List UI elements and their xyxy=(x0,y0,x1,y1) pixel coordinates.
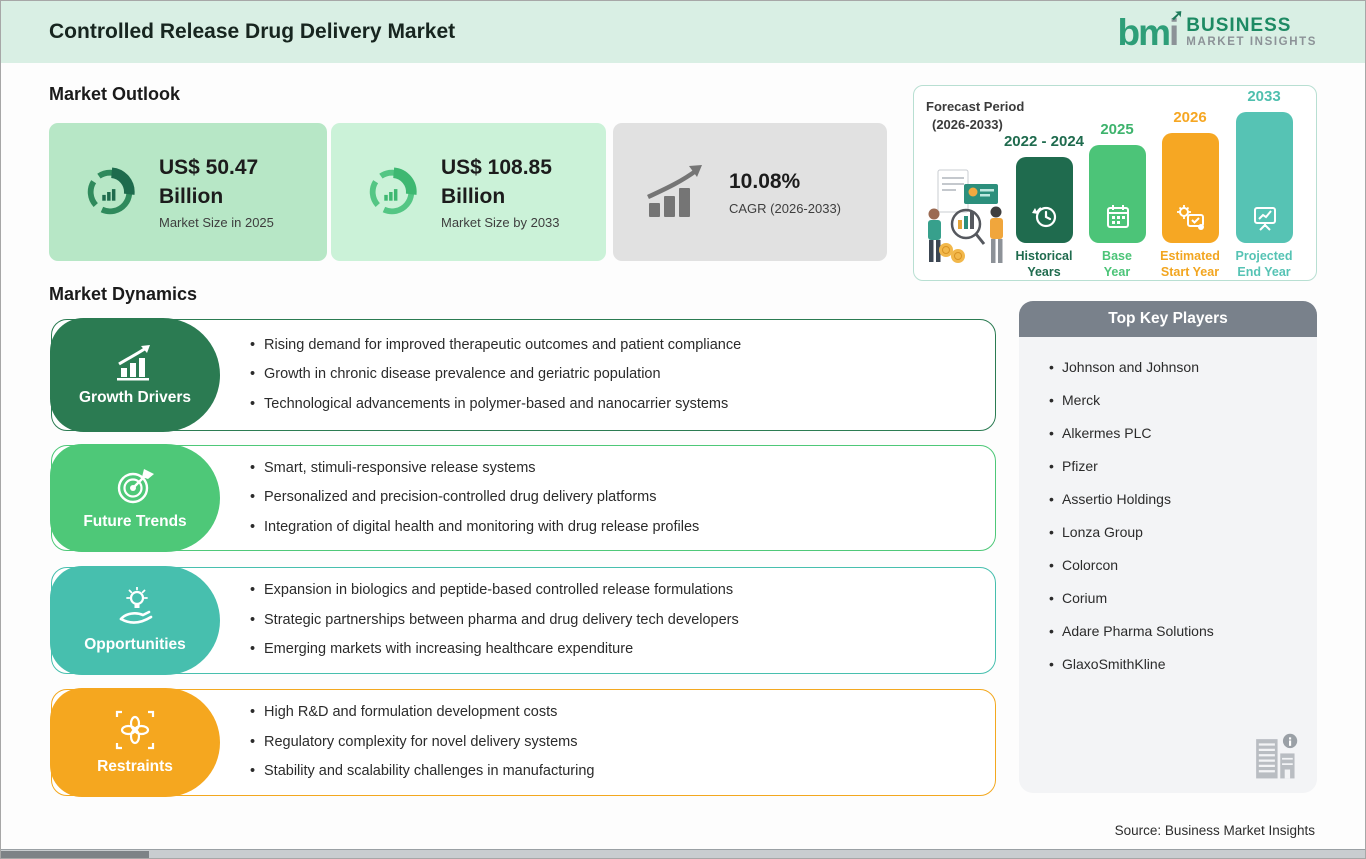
dynamics-row-title: Opportunities xyxy=(84,636,186,653)
market-outlook-heading: Market Outlook xyxy=(49,84,181,104)
dynamics-row-opportunities: Opportunities Expansion in biologics and… xyxy=(50,566,996,675)
bullet-item: Smart, stimuli-responsive release system… xyxy=(250,460,979,478)
cagr-label: CAGR (2026-2033) xyxy=(729,200,841,216)
player-item: Lonza Group xyxy=(1049,524,1307,540)
estimated-start-year-bar xyxy=(1162,133,1219,243)
infographic-page: Controlled Release Drug Delivery Market … xyxy=(0,0,1366,859)
company-building-icon xyxy=(1256,733,1298,779)
market-size-2025-card: US$ 50.47 Billion Market Size in 2025 xyxy=(49,123,327,261)
forecast-bar-label: Historical Years xyxy=(1015,249,1073,279)
forecast-bar-label: Projected End Year xyxy=(1235,249,1293,279)
top-key-players-panel: Top Key Players Johnson and Johnson Merc… xyxy=(1019,301,1317,793)
constraint-knot-icon xyxy=(115,710,155,750)
restraints-bullets: High R&D and formulation development cos… xyxy=(250,690,979,795)
page-title: Controlled Release Drug Delivery Market xyxy=(49,20,456,43)
dynamics-row-future-trends: Future Trends Smart, stimuli-responsive … xyxy=(50,444,996,552)
forecast-period-panel: Forecast Period (2026-2033) 2022 - 2024 … xyxy=(913,85,1317,281)
bullet-item: Integration of digital health and monito… xyxy=(250,519,979,537)
dynamics-row-restraints: Restraints High R&D and formulation deve… xyxy=(50,688,996,797)
bullet-item: Regulatory complexity for novel delivery… xyxy=(250,734,979,752)
bmi-logo-mark: bmi ➚ xyxy=(1117,6,1184,53)
opportunities-pill: Opportunities xyxy=(50,566,220,675)
history-clock-icon xyxy=(1031,206,1056,228)
bullet-item: Growth in chronic disease prevalence and… xyxy=(250,366,979,384)
player-item: Adare Pharma Solutions xyxy=(1049,623,1307,639)
bullet-item: Rising demand for improved therapeutic o… xyxy=(250,337,979,355)
growth-drivers-pill: Growth Drivers xyxy=(50,318,220,432)
player-item: Assertio Holdings xyxy=(1049,491,1307,507)
market-size-value: US$ 108.85 Billion xyxy=(441,156,552,208)
dynamics-row-growth-drivers: Growth Drivers Rising demand for improve… xyxy=(50,318,996,432)
target-dart-icon xyxy=(117,468,154,503)
top-key-players-list: Johnson and Johnson Merck Alkermes PLC P… xyxy=(1019,337,1317,793)
restraints-pill: Restraints xyxy=(50,688,220,797)
forecast-year-label: 2026 xyxy=(1173,109,1207,126)
dynamics-row-title: Future Trends xyxy=(83,512,187,530)
bullet-item: Strategic partnerships between pharma an… xyxy=(250,612,979,630)
top-key-players-heading: Top Key Players xyxy=(1019,301,1317,337)
market-dynamics-heading: Market Dynamics xyxy=(49,284,198,304)
source-note: Source: Business Market Insights xyxy=(1114,823,1315,838)
market-size-2033-card: US$ 108.85 Billion Market Size by 2033 xyxy=(331,123,606,261)
bullet-item: Stability and scalability challenges in … xyxy=(250,763,979,781)
dynamics-row-title: Restraints xyxy=(97,758,173,775)
bullet-item: Technological advancements in polymer-ba… xyxy=(250,396,979,414)
player-item: Corium xyxy=(1049,590,1307,606)
growth-chart-icon xyxy=(117,344,150,380)
bullet-item: High R&D and formulation development cos… xyxy=(250,704,979,722)
donut-chart-icon xyxy=(367,167,417,217)
forecast-bar-label: Estimated Start Year xyxy=(1160,249,1220,279)
presentation-board-icon xyxy=(1253,207,1276,231)
market-size-label: Market Size in 2025 xyxy=(159,214,274,230)
dynamics-row-title: Growth Drivers xyxy=(79,388,191,406)
idea-hand-icon xyxy=(119,587,153,624)
bmi-logo-text: BUSINESS MARKET INSIGHTS xyxy=(1186,15,1317,48)
opportunities-bullets: Expansion in biologics and peptide-based… xyxy=(250,568,979,673)
bullet-item: Emerging markets with increasing healthc… xyxy=(250,641,979,659)
forecast-year-label: 2033 xyxy=(1247,88,1281,105)
player-item: Johnson and Johnson xyxy=(1049,359,1307,375)
calendar-icon xyxy=(1106,205,1129,228)
bmi-logo: bmi ➚ BUSINESS MARKET INSIGHTS xyxy=(1118,1,1317,63)
player-item: Alkermes PLC xyxy=(1049,425,1307,441)
bullet-item: Expansion in biologics and peptide-based… xyxy=(250,582,979,600)
scrollbar-thumb[interactable] xyxy=(1,851,149,858)
market-size-label: Market Size by 2033 xyxy=(441,214,560,230)
player-item: Colorcon xyxy=(1049,557,1307,573)
future-trends-bullets: Smart, stimuli-responsive release system… xyxy=(250,446,979,550)
forecast-bar-label: Base Year xyxy=(1102,249,1132,279)
projected-end-year-bar xyxy=(1236,112,1293,243)
market-size-value: US$ 50.47 Billion xyxy=(159,156,259,208)
horizontal-scrollbar[interactable] xyxy=(1,849,1365,858)
base-year-bar xyxy=(1089,145,1146,243)
historical-years-bar xyxy=(1016,157,1073,243)
bar-growth-arrow-icon xyxy=(647,165,702,217)
growth-drivers-bullets: Rising demand for improved therapeutic o… xyxy=(250,320,979,430)
cagr-card: 10.08% CAGR (2026-2033) xyxy=(613,123,887,261)
logo-arrow-icon: ➚ xyxy=(1170,6,1184,24)
automation-gear-icon xyxy=(1176,205,1204,230)
cagr-value: 10.08% xyxy=(729,170,801,194)
player-item: Merck xyxy=(1049,392,1307,408)
player-item: GlaxoSmithKline xyxy=(1049,656,1307,672)
header-band: Controlled Release Drug Delivery Market … xyxy=(1,1,1365,63)
donut-chart-icon xyxy=(85,167,135,217)
player-item: Pfizer xyxy=(1049,458,1307,474)
forecast-period-title: Forecast Period (2026-2033) xyxy=(926,99,1025,132)
future-trends-pill: Future Trends xyxy=(50,444,220,552)
bullet-item: Personalized and precision-controlled dr… xyxy=(250,489,979,507)
